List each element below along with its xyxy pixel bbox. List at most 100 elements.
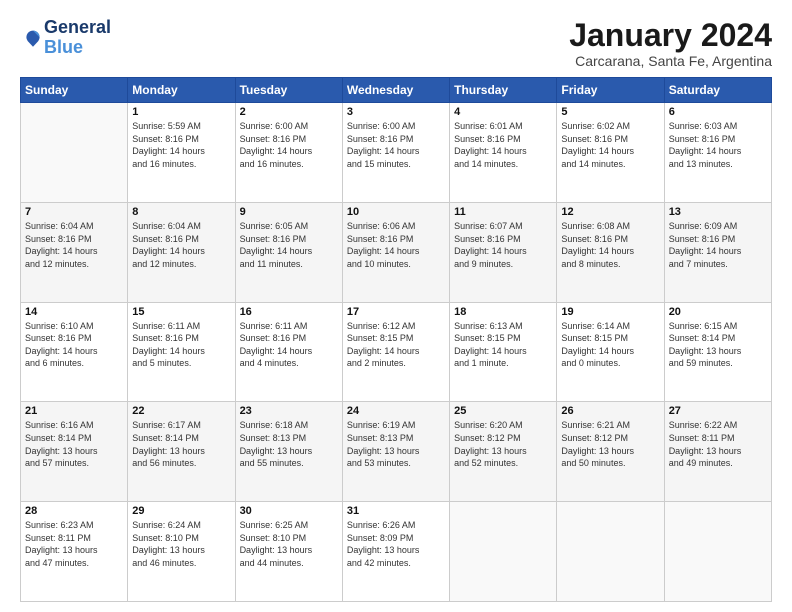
day-info: Sunrise: 6:20 AM Sunset: 8:12 PM Dayligh… — [454, 419, 552, 469]
calendar-cell — [450, 502, 557, 602]
calendar-cell: 16 Sunrise: 6:11 AM Sunset: 8:16 PM Dayli… — [235, 302, 342, 402]
calendar-cell: 19Sunrise: 6:14 AM Sunset: 8:15 PM Dayli… — [557, 302, 664, 402]
weekday-header: Saturday — [664, 78, 771, 103]
day-info: Sunrise: 6:04 AM Sunset: 8:16 PM Dayligh… — [132, 220, 230, 270]
calendar-cell: 12 Sunrise: 6:08 AM Sunset: 8:16 PM Dayli… — [557, 202, 664, 302]
calendar-cell: 13Sunrise: 6:09 AM Sunset: 8:16 PM Dayli… — [664, 202, 771, 302]
calendar-cell: 7Sunrise: 6:04 AM Sunset: 8:16 PM Daylig… — [21, 202, 128, 302]
calendar-cell — [557, 502, 664, 602]
day-info: Sunrise: 6:00 AM Sunset: 8:16 PM Dayligh… — [240, 120, 338, 170]
calendar-cell: 27Sunrise: 6:22 AM Sunset: 8:11 PM Dayli… — [664, 402, 771, 502]
calendar-cell: 30 Sunrise: 6:25 AM Sunset: 8:10 PM Dayli… — [235, 502, 342, 602]
day-info: Sunrise: 6:07 AM Sunset: 8:16 PM Dayligh… — [454, 220, 552, 270]
day-number: 23 — [240, 405, 338, 417]
weekday-header: Sunday — [21, 78, 128, 103]
calendar-table: SundayMondayTuesdayWednesdayThursdayFrid… — [20, 77, 772, 602]
day-number: 3 — [347, 106, 445, 118]
day-info: Sunrise: 6:21 AM Sunset: 8:12 PM Dayligh… — [561, 419, 659, 469]
day-number: 2 — [240, 106, 338, 118]
day-info: Sunrise: 6:25 AM Sunset: 8:10 PM Dayligh… — [240, 519, 338, 569]
day-info: Sunrise: 6:10 AM Sunset: 8:16 PM Dayligh… — [25, 320, 123, 370]
day-number: 12 — [561, 206, 659, 218]
day-number: 19 — [561, 306, 659, 318]
day-info: Sunrise: 6:16 AM Sunset: 8:14 PM Dayligh… — [25, 419, 123, 469]
day-number: 11 — [454, 206, 552, 218]
day-info: Sunrise: 6:03 AM Sunset: 8:16 PM Dayligh… — [669, 120, 767, 170]
day-number: 26 — [561, 405, 659, 417]
day-info: Sunrise: 6:04 AM Sunset: 8:16 PM Dayligh… — [25, 220, 123, 270]
day-number: 16 — [240, 306, 338, 318]
calendar-page: GeneralBlue January 2024 Carcarana, Sant… — [0, 0, 792, 612]
day-number: 31 — [347, 505, 445, 517]
day-number: 20 — [669, 306, 767, 318]
day-info: Sunrise: 6:02 AM Sunset: 8:16 PM Dayligh… — [561, 120, 659, 170]
day-info: Sunrise: 6:15 AM Sunset: 8:14 PM Dayligh… — [669, 320, 767, 370]
day-number: 28 — [25, 505, 123, 517]
calendar-cell: 10Sunrise: 6:06 AM Sunset: 8:16 PM Dayli… — [342, 202, 449, 302]
calendar-cell: 31 Sunrise: 6:26 AM Sunset: 8:09 PM Dayli… — [342, 502, 449, 602]
calendar-week-row: 1Sunrise: 5:59 AM Sunset: 8:16 PM Daylig… — [21, 103, 772, 203]
calendar-cell: 29 Sunrise: 6:24 AM Sunset: 8:10 PM Dayli… — [128, 502, 235, 602]
calendar-cell: 2 Sunrise: 6:00 AM Sunset: 8:16 PM Daylig… — [235, 103, 342, 203]
day-number: 5 — [561, 106, 659, 118]
calendar-cell: 26 Sunrise: 6:21 AM Sunset: 8:12 PM Dayli… — [557, 402, 664, 502]
day-number: 9 — [240, 206, 338, 218]
weekday-header-row: SundayMondayTuesdayWednesdayThursdayFrid… — [21, 78, 772, 103]
day-info: Sunrise: 6:19 AM Sunset: 8:13 PM Dayligh… — [347, 419, 445, 469]
calendar-cell: 5 Sunrise: 6:02 AM Sunset: 8:16 PM Daylig… — [557, 103, 664, 203]
day-number: 25 — [454, 405, 552, 417]
day-number: 18 — [454, 306, 552, 318]
day-info: Sunrise: 6:18 AM Sunset: 8:13 PM Dayligh… — [240, 419, 338, 469]
calendar-week-row: 7Sunrise: 6:04 AM Sunset: 8:16 PM Daylig… — [21, 202, 772, 302]
calendar-cell: 8 Sunrise: 6:04 AM Sunset: 8:16 PM Daylig… — [128, 202, 235, 302]
day-number: 6 — [669, 106, 767, 118]
day-info: Sunrise: 6:22 AM Sunset: 8:11 PM Dayligh… — [669, 419, 767, 469]
weekday-header: Tuesday — [235, 78, 342, 103]
day-info: Sunrise: 6:05 AM Sunset: 8:16 PM Dayligh… — [240, 220, 338, 270]
weekday-header: Wednesday — [342, 78, 449, 103]
calendar-cell: 6 Sunrise: 6:03 AM Sunset: 8:16 PM Daylig… — [664, 103, 771, 203]
day-number: 29 — [132, 505, 230, 517]
calendar-cell: 14 Sunrise: 6:10 AM Sunset: 8:16 PM Dayli… — [21, 302, 128, 402]
day-number: 13 — [669, 206, 767, 218]
day-info: Sunrise: 6:13 AM Sunset: 8:15 PM Dayligh… — [454, 320, 552, 370]
calendar-cell: 9 Sunrise: 6:05 AM Sunset: 8:16 PM Daylig… — [235, 202, 342, 302]
calendar-cell: 28 Sunrise: 6:23 AM Sunset: 8:11 PM Dayli… — [21, 502, 128, 602]
calendar-cell: 21 Sunrise: 6:16 AM Sunset: 8:14 PM Dayli… — [21, 402, 128, 502]
logo-icon — [22, 27, 44, 49]
calendar-cell: 1Sunrise: 5:59 AM Sunset: 8:16 PM Daylig… — [128, 103, 235, 203]
calendar-cell: 15 Sunrise: 6:11 AM Sunset: 8:16 PM Dayli… — [128, 302, 235, 402]
day-info: Sunrise: 6:08 AM Sunset: 8:16 PM Dayligh… — [561, 220, 659, 270]
day-number: 15 — [132, 306, 230, 318]
day-number: 30 — [240, 505, 338, 517]
calendar-cell: 23 Sunrise: 6:18 AM Sunset: 8:13 PM Dayli… — [235, 402, 342, 502]
day-number: 17 — [347, 306, 445, 318]
calendar-subtitle: Carcarana, Santa Fe, Argentina — [569, 53, 772, 69]
calendar-cell — [21, 103, 128, 203]
day-number: 21 — [25, 405, 123, 417]
day-info: Sunrise: 6:12 AM Sunset: 8:15 PM Dayligh… — [347, 320, 445, 370]
day-number: 1 — [132, 106, 230, 118]
day-info: Sunrise: 6:11 AM Sunset: 8:16 PM Dayligh… — [132, 320, 230, 370]
day-info: Sunrise: 6:24 AM Sunset: 8:10 PM Dayligh… — [132, 519, 230, 569]
calendar-title: January 2024 — [569, 18, 772, 53]
logo: GeneralBlue — [20, 18, 111, 58]
calendar-cell: 3 Sunrise: 6:00 AM Sunset: 8:16 PM Daylig… — [342, 103, 449, 203]
calendar-cell: 25 Sunrise: 6:20 AM Sunset: 8:12 PM Dayli… — [450, 402, 557, 502]
logo-name: GeneralBlue — [44, 18, 111, 58]
day-number: 8 — [132, 206, 230, 218]
weekday-header: Friday — [557, 78, 664, 103]
day-info: Sunrise: 6:23 AM Sunset: 8:11 PM Dayligh… — [25, 519, 123, 569]
calendar-cell — [664, 502, 771, 602]
weekday-header: Thursday — [450, 78, 557, 103]
calendar-week-row: 14 Sunrise: 6:10 AM Sunset: 8:16 PM Dayli… — [21, 302, 772, 402]
calendar-week-row: 21 Sunrise: 6:16 AM Sunset: 8:14 PM Dayli… — [21, 402, 772, 502]
day-info: Sunrise: 6:11 AM Sunset: 8:16 PM Dayligh… — [240, 320, 338, 370]
day-info: Sunrise: 6:26 AM Sunset: 8:09 PM Dayligh… — [347, 519, 445, 569]
calendar-cell: 20 Sunrise: 6:15 AM Sunset: 8:14 PM Dayli… — [664, 302, 771, 402]
calendar-cell: 18 Sunrise: 6:13 AM Sunset: 8:15 PM Dayli… — [450, 302, 557, 402]
day-info: Sunrise: 6:00 AM Sunset: 8:16 PM Dayligh… — [347, 120, 445, 170]
calendar-cell: 11 Sunrise: 6:07 AM Sunset: 8:16 PM Dayli… — [450, 202, 557, 302]
day-info: Sunrise: 6:01 AM Sunset: 8:16 PM Dayligh… — [454, 120, 552, 170]
day-number: 14 — [25, 306, 123, 318]
